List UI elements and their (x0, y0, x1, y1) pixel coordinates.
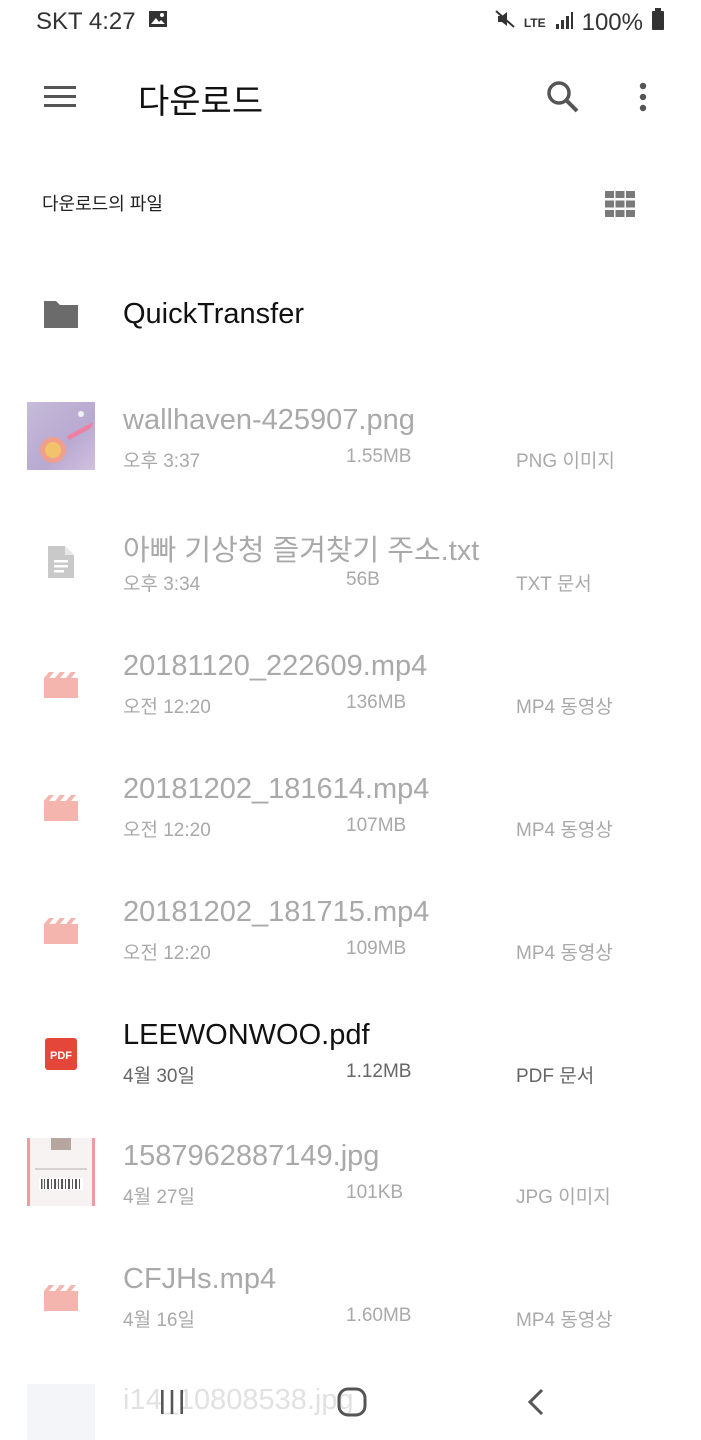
file-type: PDF 문서 (516, 1066, 595, 1087)
file-row[interactable]: 1587962887149.jpg 4월 27일 101KB JPG 이미지 (0, 1138, 701, 1260)
lte-icon: LTE (523, 15, 546, 30)
file-size: 56B (346, 569, 380, 590)
file-type: MP4 동영상 (516, 943, 613, 964)
file-row[interactable]: 아빠 기상청 즐겨찾기 주소.txt 오후 3:34 56B TXT 문서 (0, 525, 701, 647)
file-name: wallhaven-425907.png (123, 404, 415, 436)
file-date: 오전 12:20 (123, 697, 211, 718)
back-button[interactable] (514, 1380, 558, 1424)
file-size: 1.60MB (346, 1305, 412, 1326)
file-name: 아빠 기상청 즐겨찾기 주소.txt (123, 535, 480, 567)
battery-icon (651, 8, 665, 37)
section-header: 다운로드의 파일 (0, 180, 701, 224)
file-type: JPG 이미지 (516, 1187, 611, 1208)
gallery-icon (148, 8, 168, 36)
image-thumbnail (27, 1138, 95, 1206)
file-date: 오후 3:34 (123, 574, 201, 595)
file-row[interactable]: wallhaven-425907.png 오후 3:37 1.55MB PNG … (0, 402, 701, 524)
navigation-bar (0, 1360, 701, 1440)
file-name: CFJHs.mp4 (123, 1263, 277, 1295)
battery-percent: 100% (581, 8, 643, 36)
recents-button[interactable] (150, 1380, 194, 1424)
image-thumbnail (27, 402, 95, 470)
status-bar: SKT 4:27 LTE 100% (0, 0, 701, 44)
file-name: 20181202_181614.mp4 (123, 773, 430, 805)
file-name: 1587962887149.jpg (123, 1140, 380, 1172)
file-date: 오후 3:37 (123, 451, 201, 472)
status-right: LTE 100% (494, 8, 665, 37)
pdf-icon-label: PDF (50, 1050, 72, 1062)
grid-view-icon (605, 191, 635, 217)
signal-icon (554, 9, 574, 37)
more-vert-icon (639, 82, 647, 112)
document-icon (40, 541, 82, 583)
file-name: 20181120_222609.mp4 (123, 650, 428, 682)
file-date: 오전 12:20 (123, 820, 211, 841)
carrier-time: SKT 4:27 (36, 8, 136, 35)
file-size: 109MB (346, 938, 407, 959)
folder-row[interactable]: QuickTransfer (0, 270, 701, 360)
video-icon (40, 787, 82, 829)
back-icon (527, 1388, 544, 1416)
recents-icon (161, 1390, 183, 1414)
file-type: MP4 동영상 (516, 1310, 613, 1331)
video-icon (40, 1277, 82, 1319)
file-size: 1.55MB (346, 446, 412, 467)
more-options-button[interactable] (620, 74, 666, 120)
grid-view-button[interactable] (600, 184, 640, 224)
home-icon (337, 1387, 367, 1417)
file-row[interactable]: 20181120_222609.mp4 오전 12:20 136MB MP4 동… (0, 648, 701, 770)
file-name: 20181202_181715.mp4 (123, 896, 430, 928)
app-bar: 다운로드 (0, 56, 701, 136)
menu-icon (44, 86, 76, 107)
search-icon (547, 81, 579, 113)
file-size: 101KB (346, 1182, 404, 1203)
file-size: 136MB (346, 692, 407, 713)
mute-icon (494, 8, 516, 37)
home-button[interactable] (330, 1380, 374, 1424)
file-type: TXT 문서 (516, 574, 592, 595)
video-icon (40, 910, 82, 952)
status-left: SKT 4:27 (36, 8, 168, 36)
file-size: 107MB (346, 815, 407, 836)
file-type: MP4 동영상 (516, 820, 613, 841)
section-title: 다운로드의 파일 (42, 194, 163, 214)
file-row[interactable]: 20181202_181614.mp4 오전 12:20 107MB MP4 동… (0, 771, 701, 893)
page-title: 다운로드 (138, 83, 264, 121)
file-type: MP4 동영상 (516, 697, 613, 718)
file-row[interactable]: 20181202_181715.mp4 오전 12:20 109MB MP4 동… (0, 894, 701, 1016)
search-button[interactable] (540, 74, 586, 120)
file-date: 오전 12:20 (123, 943, 211, 964)
folder-icon (44, 301, 78, 328)
file-name: LEEWONWOO.pdf (123, 1019, 370, 1051)
folder-name: QuickTransfer (123, 298, 305, 330)
file-size: 1.12MB (346, 1061, 412, 1082)
menu-button[interactable] (40, 76, 82, 118)
file-row[interactable]: PDF LEEWONWOO.pdf 4월 30일 1.12MB PDF 문서 (0, 1017, 701, 1139)
file-date: 4월 30일 (123, 1066, 195, 1087)
file-date: 4월 16일 (123, 1310, 195, 1331)
video-icon (40, 664, 82, 706)
file-type: PNG 이미지 (516, 451, 615, 472)
pdf-icon: PDF (40, 1033, 82, 1075)
file-date: 4월 27일 (123, 1187, 195, 1208)
